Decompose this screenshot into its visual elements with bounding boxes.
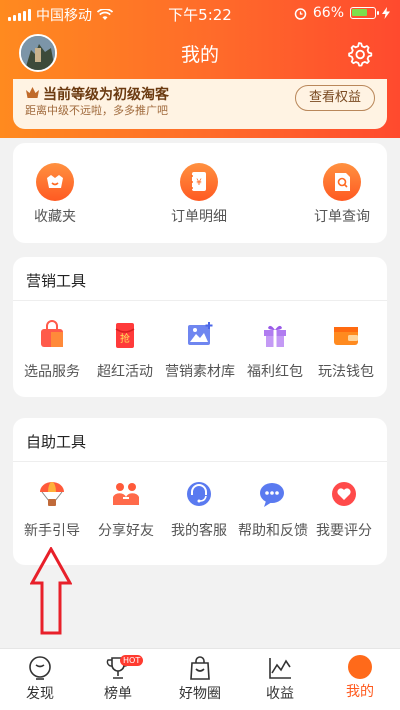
play-wallet-label: 玩法钱包 — [318, 364, 374, 380]
image-library-icon — [188, 322, 213, 345]
tab-earnings[interactable]: 收益 — [250, 655, 310, 703]
marketing-library-button[interactable]: 营销素材库 — [165, 320, 235, 381]
earnings-chart-icon — [269, 658, 291, 679]
order-search-button[interactable]: 订单查询 — [312, 163, 372, 226]
red-envelope-icon: 抢 — [115, 323, 135, 348]
beginner-guide-label: 新手引导 — [24, 523, 80, 539]
share-friends-label: 分享好友 — [98, 523, 154, 539]
customer-service-button[interactable]: 我的客服 — [169, 479, 229, 540]
gear-icon[interactable] — [345, 40, 373, 68]
tab-good-things-label: 好物圈 — [179, 686, 221, 702]
divider — [13, 300, 387, 301]
welfare-red-packet-button[interactable]: 福利红包 — [245, 320, 305, 381]
page-title: 我的 — [180, 44, 219, 66]
help-feedback-button[interactable]: 帮助和反馈 — [238, 479, 308, 540]
divider — [13, 461, 387, 462]
feedback-icon — [260, 483, 284, 507]
hot-badge: HOT — [120, 655, 144, 666]
wallet-icon — [334, 327, 358, 345]
rate-us-label: 我要评分 — [316, 523, 372, 539]
battery-percent: 66% — [312, 5, 344, 21]
svg-text:抢: 抢 — [120, 332, 130, 345]
order-detail-button[interactable]: ¥ 订单明细 — [169, 163, 229, 226]
welfare-red-packet-label: 福利红包 — [247, 364, 303, 380]
charging-icon — [382, 7, 390, 19]
tab-good-things[interactable]: 好物圈 — [170, 655, 230, 703]
gift-icon — [264, 325, 286, 347]
parachute-icon — [40, 482, 64, 506]
tab-me-label: 我的 — [346, 684, 374, 700]
level-card: 当前等级为初级淘客 距离中级不远啦，多多推广吧 查看权益 — [13, 79, 387, 129]
arrow-up-annotation — [30, 547, 72, 635]
tab-rankings[interactable]: HOT 榜单 — [88, 655, 148, 703]
bag-icon — [190, 656, 210, 680]
marketing-section-title: 营销工具 — [26, 272, 87, 290]
status-bar: 中国移动 下午5:22 66% — [0, 0, 400, 28]
svg-text:¥: ¥ — [196, 178, 202, 188]
play-wallet-button[interactable]: 玩法钱包 — [316, 320, 376, 381]
crown-icon — [26, 87, 39, 98]
favorites-label: 收藏夹 — [34, 209, 76, 225]
me-icon — [348, 655, 372, 679]
super-red-activity-button[interactable]: 抢 超红活动 — [95, 320, 155, 381]
favorites-icon — [47, 175, 63, 188]
favorites-button[interactable]: 收藏夹 — [34, 163, 76, 226]
tab-me[interactable]: 我的 — [330, 655, 390, 701]
super-red-activity-label: 超红活动 — [97, 364, 153, 380]
alarm-icon — [294, 7, 307, 20]
product-selection-label: 选品服务 — [24, 364, 80, 380]
rating-heart-icon — [332, 482, 356, 506]
discover-icon — [29, 656, 51, 680]
tab-earnings-label: 收益 — [266, 686, 294, 702]
marketing-library-label: 营销素材库 — [165, 364, 235, 380]
help-feedback-label: 帮助和反馈 — [238, 523, 308, 539]
order-detail-icon: ¥ — [191, 172, 206, 191]
view-rights-button[interactable]: 查看权益 — [295, 85, 375, 111]
customer-service-label: 我的客服 — [171, 523, 227, 539]
battery-icon — [350, 7, 379, 19]
customer-service-icon — [187, 482, 211, 506]
share-friends-icon — [113, 483, 139, 505]
order-search-label: 订单查询 — [314, 209, 370, 225]
level-subtitle: 距离中级不远啦，多多推广吧 — [25, 104, 168, 117]
marketing-tools-card: 营销工具 选品服务 抢 超红活动 营销素材库 福利红包 玩法钱包 — [13, 257, 387, 397]
tab-bar: 发现 HOT 榜单 好物圈 收益 我的 — [0, 648, 400, 710]
quick-actions-card: 收藏夹 ¥ 订单明细 订单查询 — [13, 143, 387, 243]
shopping-bag-icon — [41, 320, 63, 347]
tab-rankings-label: 榜单 — [104, 686, 132, 702]
rate-us-button[interactable]: 我要评分 — [314, 479, 374, 540]
share-friends-button[interactable]: 分享好友 — [96, 479, 156, 540]
self-help-tools-card: 自助工具 新手引导 分享好友 我的客服 帮助和反馈 我要评分 — [13, 418, 387, 565]
tab-discover-label: 发现 — [26, 686, 54, 702]
product-selection-button[interactable]: 选品服务 — [22, 320, 82, 381]
order-search-icon — [335, 173, 350, 191]
order-detail-label: 订单明细 — [171, 209, 227, 225]
header: 中国移动 下午5:22 66% 我的 当前等级为初级淘客 距离中级不远啦，多多推… — [0, 0, 400, 138]
tab-discover[interactable]: 发现 — [10, 655, 70, 703]
level-title: 当前等级为初级淘客 — [43, 87, 169, 103]
beginner-guide-button[interactable]: 新手引导 — [22, 479, 82, 540]
self-help-section-title: 自助工具 — [26, 433, 87, 451]
